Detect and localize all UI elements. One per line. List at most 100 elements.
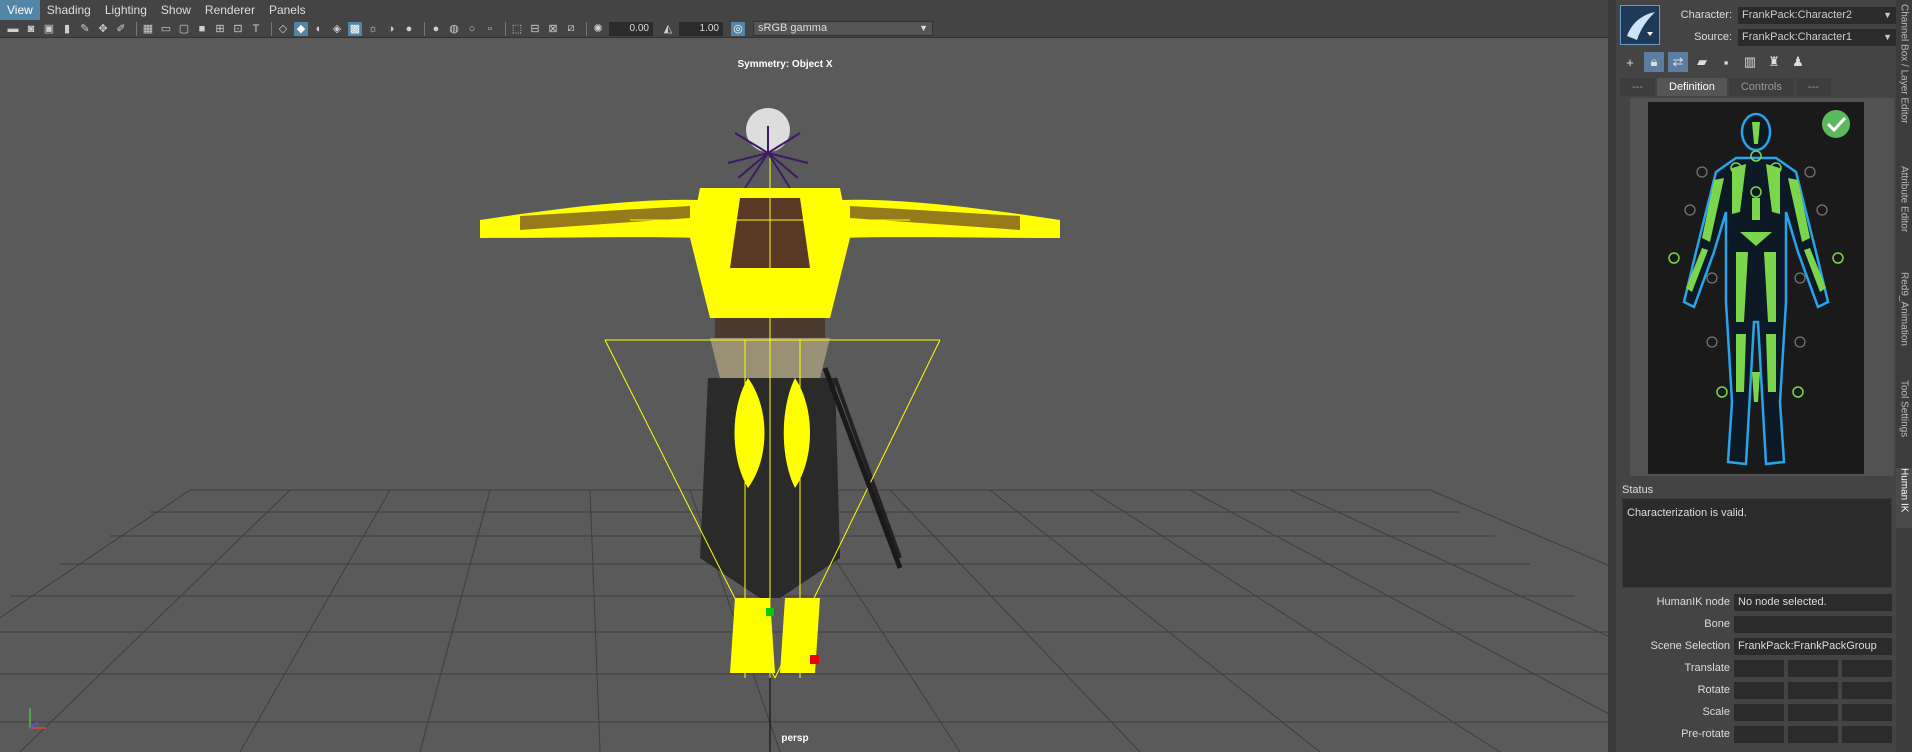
camera-attributes-icon[interactable]: ◙ (24, 22, 38, 36)
toolbar-divider (505, 21, 506, 36)
motion-blur-icon[interactable]: ◍ (447, 22, 461, 36)
axis-indicator-icon (29, 708, 46, 729)
film-gate-icon[interactable]: ▭ (159, 22, 173, 36)
stance-icon[interactable]: ♟ (1788, 52, 1808, 72)
toolbar-divider (136, 21, 137, 36)
ambient-occlusion-icon[interactable]: ● (429, 22, 443, 36)
menu-show[interactable]: Show (154, 0, 198, 20)
tab-tool-settings[interactable]: Tool Settings (1896, 380, 1912, 452)
default-material-icon[interactable]: ◐ (312, 22, 326, 36)
menu-panels[interactable]: Panels (262, 0, 313, 20)
tab-channel-box[interactable]: Channel Box / Layer Editor (1896, 4, 1912, 154)
tab-definition[interactable]: Definition (1657, 78, 1727, 96)
mirror-icon[interactable]: ⇄ (1668, 52, 1688, 72)
status-message: Characterization is valid. (1622, 498, 1892, 588)
save-icon[interactable]: ▪ (1716, 52, 1736, 72)
xray-joints-icon[interactable]: ⊟ (528, 22, 542, 36)
textured-icon[interactable]: ● (402, 22, 416, 36)
resolution-gate-icon[interactable]: ▢ (177, 22, 191, 36)
humanik-node-row: HumanIK node No node selected. (1622, 593, 1892, 611)
xray-active-icon[interactable]: ⊠ (546, 22, 560, 36)
rotate-z-field[interactable] (1842, 681, 1892, 699)
tab-attribute-editor[interactable]: Attribute Editor (1896, 166, 1912, 252)
tab-controls[interactable]: Controls (1728, 78, 1794, 96)
source-dropdown[interactable]: FrankPack:Character1 ▼ (1738, 28, 1896, 46)
rotate-y-field[interactable] (1788, 681, 1838, 699)
viewport-panel[interactable]: View Shading Lighting Show Renderer Pane… (0, 0, 1608, 752)
translate-y-field[interactable] (1788, 659, 1838, 677)
shadows-icon[interactable]: ◑ (384, 22, 398, 36)
scale-z-field[interactable] (1842, 703, 1892, 721)
viewport-scene[interactable] (0, 38, 1608, 752)
menu-view[interactable]: View (0, 0, 40, 20)
scale-label: Scale (1702, 706, 1730, 718)
character-figure[interactable] (1648, 102, 1864, 474)
safe-title-icon[interactable]: T (249, 22, 263, 36)
skeleton-icon[interactable]: ♜ (1764, 52, 1784, 72)
tab-red9-animation[interactable]: Red9_Animation (1896, 272, 1912, 356)
tab-left-more[interactable]: --- (1620, 78, 1655, 96)
gamma-icon[interactable]: ◭ (661, 22, 675, 36)
bone-field[interactable] (1734, 615, 1892, 633)
delete-icon[interactable]: ▥ (1740, 52, 1760, 72)
scale-x-field[interactable] (1734, 703, 1784, 721)
view-transform-value: sRGB gamma (758, 22, 828, 34)
translate-x-field[interactable] (1734, 659, 1784, 677)
pencil-icon[interactable]: ✐ (114, 22, 128, 36)
humanik-toolbar: + 🔒︎ ⇄ ▰ ▪ ▥ ♜ ♟ (1620, 52, 1812, 72)
chevron-down-icon: ▼ (1883, 9, 1892, 20)
smooth-shade-icon[interactable]: ◆ (294, 21, 308, 36)
tab-human-ik[interactable]: Human IK (1896, 468, 1912, 528)
panel-splitter[interactable] (1608, 0, 1616, 752)
rotate-x-field[interactable] (1734, 681, 1784, 699)
frame-icon[interactable]: ⧄ (564, 22, 578, 36)
menu-shading[interactable]: Shading (40, 0, 98, 20)
grid-icon[interactable]: ▦ (141, 22, 155, 36)
gate-mask-icon[interactable]: ■ (195, 22, 209, 36)
exposure-icon[interactable]: ✺ (591, 22, 605, 36)
scene-selection-field[interactable]: FrankPack:FrankPackGroup (1734, 637, 1892, 655)
antialiasing-icon[interactable]: ○ (465, 22, 479, 36)
toolbar-divider (424, 21, 425, 36)
character-value: FrankPack:Character2 (1742, 8, 1853, 21)
menu-lighting[interactable]: Lighting (98, 0, 154, 20)
tab-right-more[interactable]: --- (1795, 78, 1831, 96)
exposure-field[interactable]: 0.00 (609, 21, 653, 36)
bookmark-icon[interactable]: ▮ (60, 22, 74, 36)
2d-pan-zoom-icon[interactable]: ✥ (96, 22, 110, 36)
safe-action-icon[interactable]: ⊡ (231, 22, 245, 36)
humanik-node-label: HumanIK node (1656, 596, 1730, 608)
menu-renderer[interactable]: Renderer (198, 0, 262, 20)
viewport-menubar: View Shading Lighting Show Renderer Pane… (0, 0, 1608, 20)
wireframe-icon[interactable]: ◇ (276, 22, 290, 36)
grease-pencil-icon[interactable]: ✎ (78, 22, 92, 36)
rotate-row: Rotate (1622, 681, 1892, 699)
scale-y-field[interactable] (1788, 703, 1838, 721)
translate-label: Translate (1684, 662, 1730, 674)
toolbar-divider (271, 21, 272, 36)
pre-rotate-z-field[interactable] (1842, 725, 1892, 743)
isolate-select-icon[interactable]: ⬚ (510, 22, 524, 36)
xray-icon[interactable]: ▩ (348, 21, 362, 36)
depth-of-field-icon[interactable]: ▫ (483, 22, 497, 36)
character-dropdown[interactable]: FrankPack:Character2 ▼ (1738, 6, 1896, 24)
pre-rotate-x-field[interactable] (1734, 725, 1784, 743)
wireframe-on-shaded-icon[interactable]: ◈ (330, 22, 344, 36)
humanik-node-field[interactable]: No node selected. (1734, 593, 1892, 611)
image-plane-icon[interactable]: ▣ (42, 22, 56, 36)
field-chart-icon[interactable]: ⊞ (213, 22, 227, 36)
translate-z-field[interactable] (1842, 659, 1892, 677)
ankle-marker (810, 655, 819, 664)
open-folder-icon[interactable]: ▰ (1692, 52, 1712, 72)
camera-icon[interactable]: ▬ (6, 22, 20, 36)
source-label: Source: (1694, 31, 1732, 43)
pre-rotate-y-field[interactable] (1788, 725, 1838, 743)
lock-icon[interactable]: 🔒︎ (1644, 52, 1664, 72)
gamma-field[interactable]: 1.00 (679, 21, 723, 36)
view-transform-select[interactable]: sRGB gamma ▼ (753, 21, 933, 36)
humanik-logo-icon[interactable] (1620, 5, 1660, 45)
translate-row: Translate (1622, 659, 1892, 677)
lights-icon[interactable]: ☼ (366, 22, 380, 36)
color-management-icon[interactable]: ◎ (731, 21, 745, 36)
create-character-icon[interactable]: + (1620, 52, 1640, 72)
